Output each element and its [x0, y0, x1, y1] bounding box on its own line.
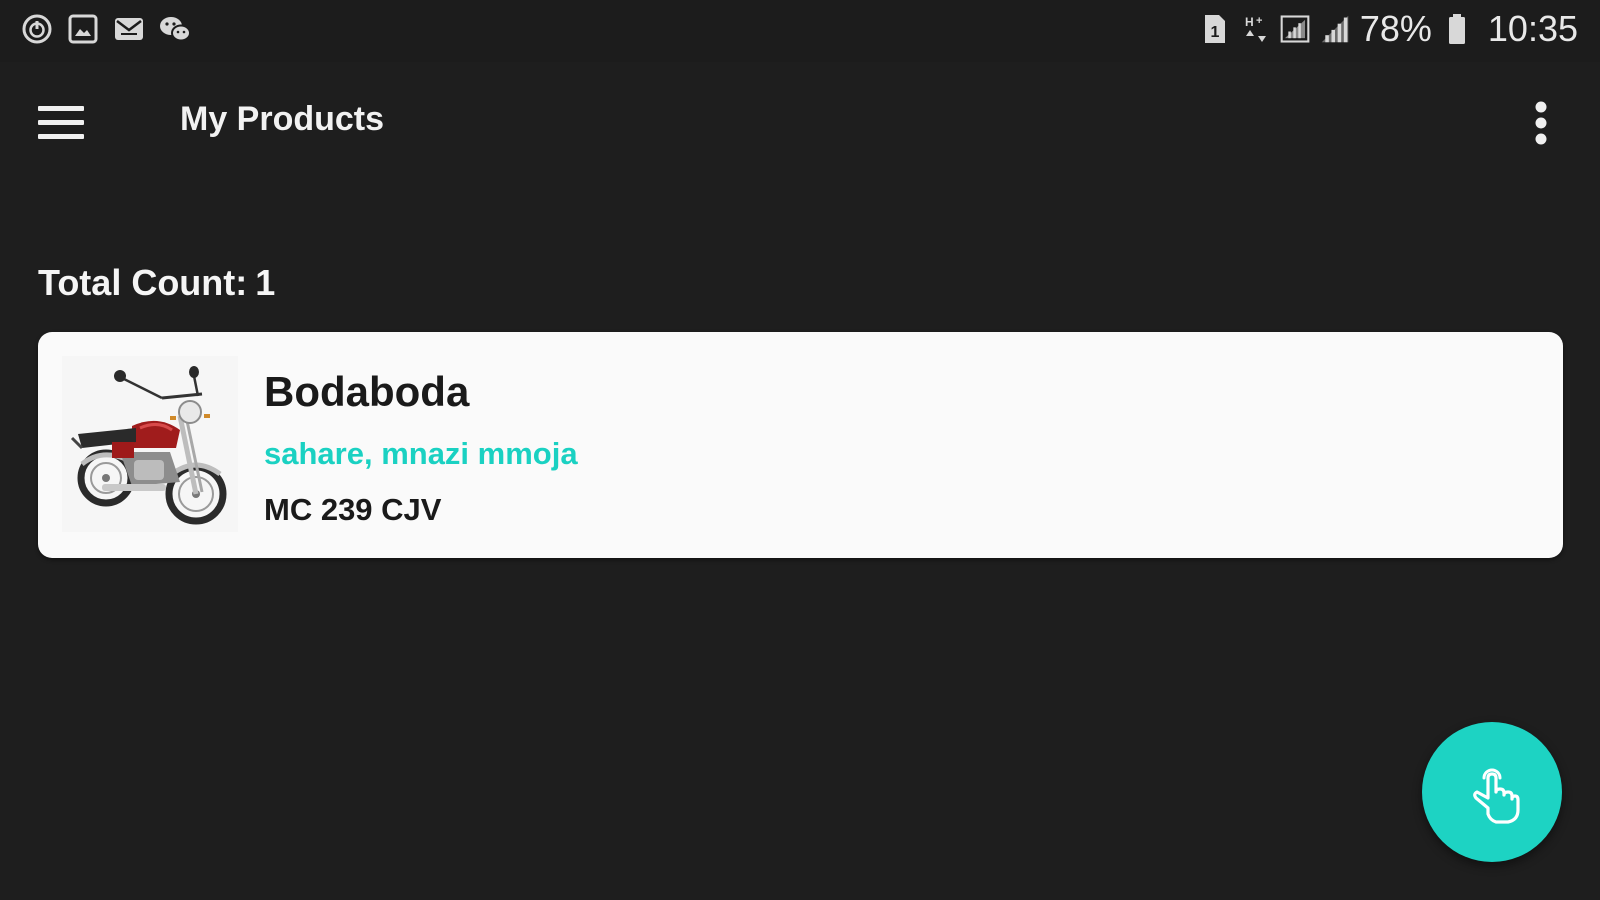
- mail-icon: [112, 12, 146, 46]
- app-screen: 1 H + 78% 10:35 My Products Total Count:…: [0, 0, 1600, 900]
- chat-icon: [158, 12, 192, 46]
- sim-1-icon: 1: [1200, 9, 1230, 49]
- status-clock: 10:35: [1487, 8, 1578, 49]
- app-bar: My Products: [0, 62, 1600, 182]
- signal-bars-icon: [1320, 9, 1350, 49]
- motorcycle-image: [70, 366, 227, 525]
- status-bar: 1 H + 78% 10:35: [0, 0, 1600, 62]
- image-icon: [66, 12, 100, 46]
- total-count: Total Count: 1: [38, 262, 275, 304]
- svg-text:1: 1: [1210, 24, 1219, 41]
- data-transfer-icon: H +: [1240, 9, 1270, 49]
- product-thumbnail: [62, 356, 238, 532]
- system-status: 1 H + 78% 10:35: [1200, 8, 1578, 50]
- notification-icons: [20, 12, 192, 46]
- hamburger-menu-icon: [38, 106, 84, 139]
- navigation-menu-button[interactable]: [30, 92, 92, 154]
- product-name: Bodaboda: [264, 368, 470, 415]
- power-icon: [20, 12, 54, 46]
- battery-percentage: 78%: [1359, 8, 1432, 49]
- total-count-value: 1: [255, 262, 276, 303]
- page-title: My Products: [180, 100, 385, 138]
- overflow-menu-button[interactable]: [1518, 92, 1564, 154]
- product-card[interactable]: Bodaboda sahare, mnazi mmoja MC 239 CJV: [38, 332, 1563, 558]
- svg-text:H: H: [1245, 15, 1254, 29]
- product-plate-number: MC 239 CJV: [264, 492, 442, 527]
- svg-text:+: +: [1256, 15, 1262, 27]
- touch-action-fab[interactable]: [1422, 722, 1562, 862]
- touch-hand-icon: [1473, 768, 1520, 824]
- product-location: sahare, mnazi mmoja: [264, 436, 578, 471]
- total-count-label: Total Count:: [38, 262, 248, 303]
- battery-icon: [1442, 9, 1472, 49]
- signal-box-icon: [1280, 9, 1310, 49]
- more-vert-icon: [1535, 101, 1547, 145]
